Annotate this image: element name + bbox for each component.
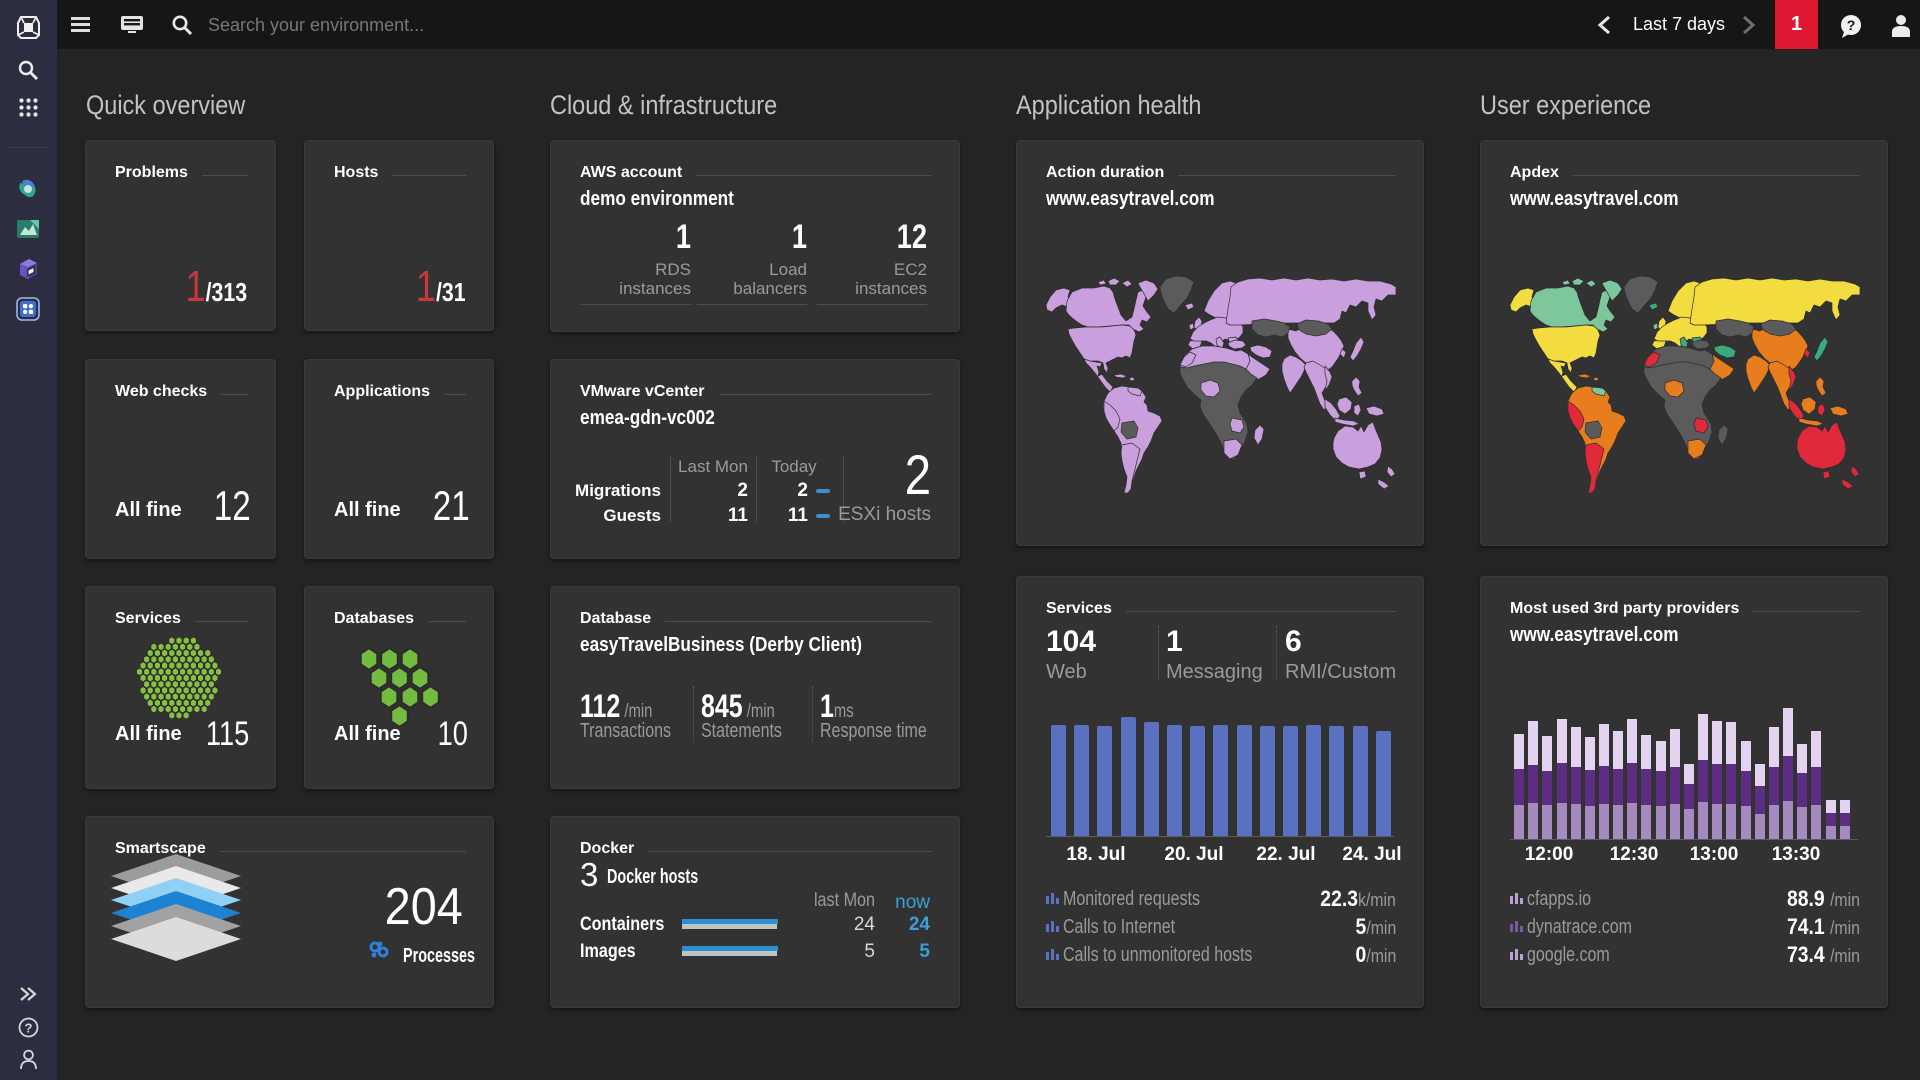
svg-text:?: ? [25, 1021, 33, 1036]
svg-text:?: ? [1847, 17, 1856, 33]
